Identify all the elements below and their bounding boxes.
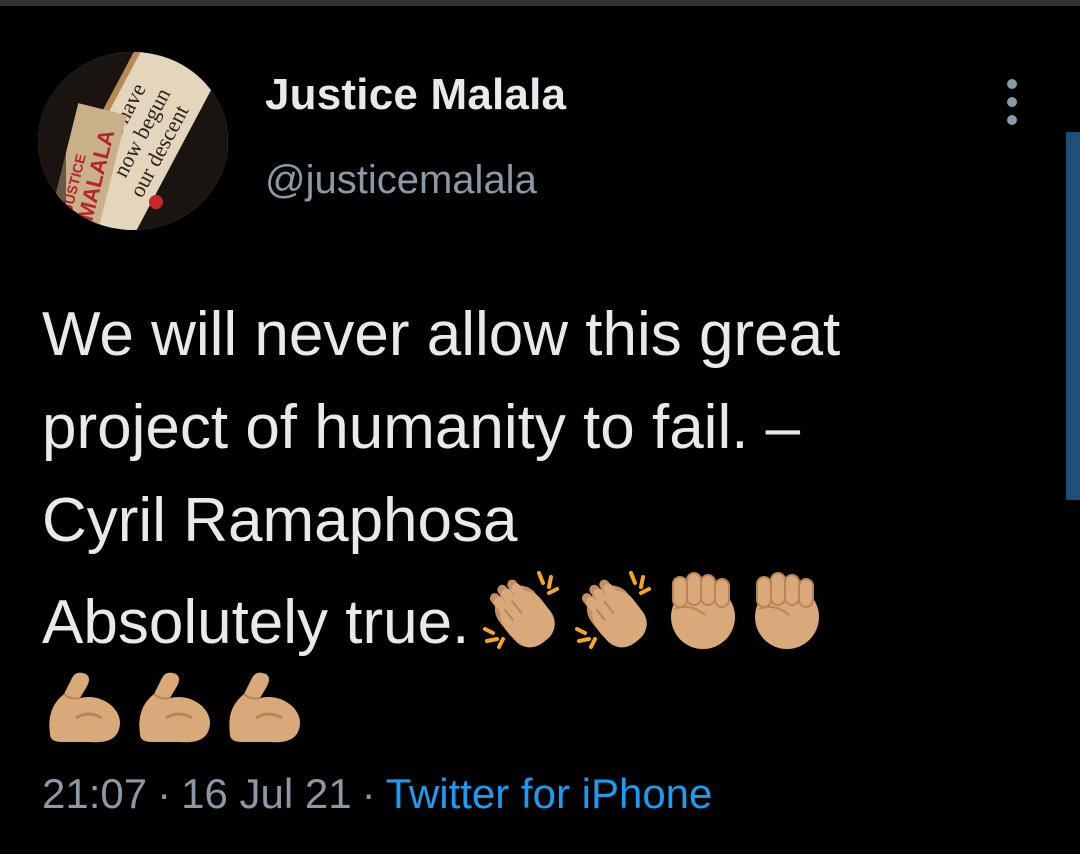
tweet-text-line-4: Absolutely true. [42, 567, 1022, 660]
raised-fist-emoji-icon [671, 572, 736, 649]
author-display-name[interactable]: Justice Malala [265, 70, 566, 120]
tweet-text-line-3: Cyril Ramaphosa [42, 486, 518, 555]
more-vertical-icon [1007, 79, 1017, 89]
tweet-metadata: 21:07 · 16 Jul 21 · Twitter for iPhone [42, 770, 712, 818]
author-handle[interactable]: @justicemalala [265, 158, 537, 203]
emoji-group-line-5 [42, 660, 308, 753]
emoji-group-line-4 [477, 567, 825, 655]
flexed-biceps-emoji-icon [229, 672, 300, 742]
meta-separator: · [157, 770, 172, 817]
tweet-date[interactable]: 16 Jul 21 [181, 770, 351, 817]
clapping-hands-emoji-icon [483, 571, 560, 649]
more-vertical-icon-dot-2 [1007, 97, 1017, 107]
tweet-text-line-4-text: Absolutely true. [42, 588, 470, 657]
flexed-biceps-emoji-icon [49, 672, 120, 742]
tweet-time[interactable]: 21:07 [42, 770, 147, 817]
flexed-biceps-emoji-icon [139, 672, 210, 742]
tweet-text-line-1: We will never allow this great [42, 300, 841, 369]
tweet-card: We have now begun our descent JUSTICE MA… [0, 0, 1080, 854]
scrollbar[interactable] [1066, 132, 1080, 500]
tweet-text: We will never allow this great project o… [42, 288, 1022, 753]
clapping-hands-emoji-icon [575, 571, 652, 649]
tweet-text-line-2: project of humanity to fail. – [42, 393, 801, 462]
avatar[interactable]: We have now begun our descent JUSTICE MA… [38, 52, 228, 230]
tweet-text-line-5 [42, 660, 1022, 753]
more-vertical-icon-dot-3 [1007, 115, 1017, 125]
raised-fist-emoji-icon [755, 572, 820, 649]
avatar-image: We have now begun our descent JUSTICE MA… [38, 52, 228, 230]
more-options-button[interactable] [990, 72, 1034, 132]
meta-separator: · [361, 770, 376, 817]
tweet-source-link[interactable]: Twitter for iPhone [386, 770, 713, 817]
